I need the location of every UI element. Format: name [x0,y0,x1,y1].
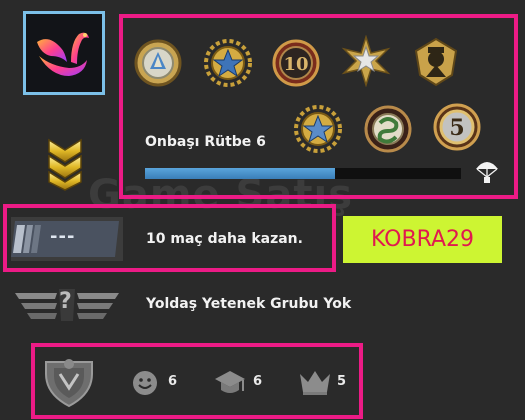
ten-year-medal[interactable]: 10 [270,37,322,89]
pink-swan-logo-icon [37,32,89,76]
wins-needed-text: 10 maç daha kazan. [146,231,303,247]
graduation-cap-icon[interactable] [214,369,246,397]
gold-soldier-medal[interactable] [410,35,462,87]
username-banner: KOBRA29 [343,216,502,263]
question-mark-glyph: ? [59,289,72,314]
smiley-friendly-icon[interactable] [132,370,158,396]
leader-count: 5 [337,374,347,389]
crown-leader-icon[interactable] [298,368,332,396]
blue-star-medal[interactable] [292,103,344,155]
chevron-rank-icon [48,138,82,191]
xp-progress-fill [145,168,335,179]
gold-star-medal[interactable] [202,37,254,89]
service-5-medal[interactable]: 5 [431,101,483,153]
teacher-count: 6 [253,374,263,389]
skill-bars-dashes: --- [50,226,76,247]
svg-text:10: 10 [283,54,308,75]
avatar[interactable] [23,11,105,95]
silver-coin-medal[interactable] [132,37,184,89]
friendly-count: 6 [168,374,178,389]
crest-badge-icon[interactable] [40,354,98,410]
xp-progress-bar [145,168,461,179]
svg-text:5: 5 [449,115,464,141]
parachute-drop-icon[interactable] [474,157,500,185]
silver-star-medal[interactable] [340,35,392,87]
snake-coin-medal[interactable] [362,103,414,155]
skill-group-text: Yoldaş Yetenek Grubu Yok [146,296,352,312]
rank-label: Onbaşı Rütbe 6 [145,134,266,150]
